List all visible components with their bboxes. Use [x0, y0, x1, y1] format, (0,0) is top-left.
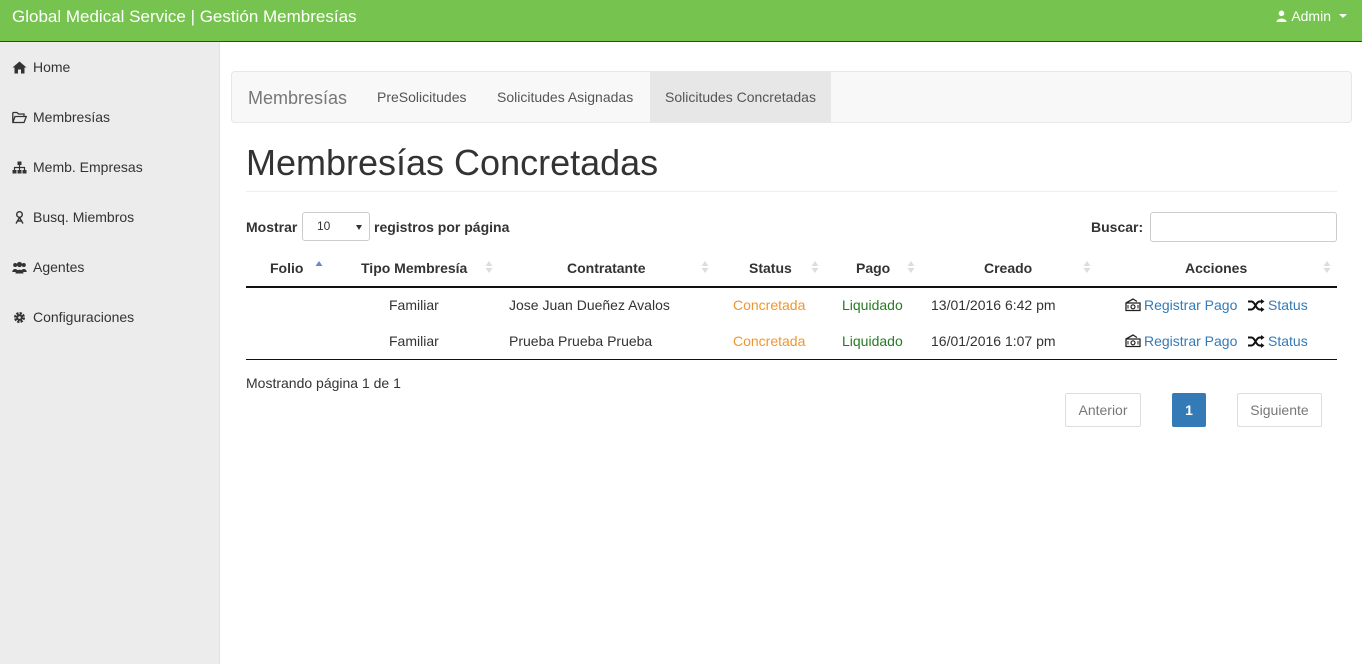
- cell-tipo: Familiar: [389, 333, 439, 349]
- section-navbar: Membresías PreSolicitudes Solicitudes As…: [231, 71, 1352, 123]
- column-header-pago[interactable]: Pago: [856, 260, 890, 276]
- pagination-info: Mostrando página 1 de 1: [246, 375, 401, 391]
- tab-solicitudes-concretadas[interactable]: Solicitudes Concretadas: [650, 72, 831, 122]
- status-label: Status: [1268, 333, 1308, 349]
- per-page-label: registros por página: [374, 219, 510, 235]
- admin-menu[interactable]: Admin: [1276, 8, 1347, 24]
- column-header-status[interactable]: Status: [749, 260, 792, 276]
- show-label: Mostrar: [246, 219, 298, 235]
- sort-both-icon: [811, 261, 819, 273]
- table-row: Familiar Prueba Prueba Prueba Concretada…: [246, 324, 1337, 360]
- sort-both-icon: [485, 261, 493, 273]
- sidebar-item-configuraciones[interactable]: Configuraciones: [12, 309, 134, 325]
- registrar-pago-label: Registrar Pago: [1144, 297, 1238, 313]
- page-size-select[interactable]: 10: [302, 212, 370, 241]
- status-label: Status: [1268, 297, 1308, 313]
- chevron-down-icon: [356, 225, 362, 230]
- page-1-button[interactable]: 1: [1172, 393, 1206, 427]
- status-link[interactable]: Status: [1247, 297, 1308, 313]
- money-icon: [1125, 334, 1141, 348]
- registrar-pago-link[interactable]: Registrar Pago: [1125, 297, 1237, 313]
- page-size-value: 10: [317, 219, 331, 233]
- previous-page-button[interactable]: Anterior: [1065, 393, 1141, 427]
- cell-status: Concretada: [733, 297, 806, 313]
- cell-contratante: Jose Juan Dueñez Avalos: [509, 297, 670, 313]
- admin-label: Admin: [1291, 8, 1331, 24]
- user-icon: [1276, 10, 1287, 22]
- app-brand[interactable]: Global Medical Service | Gestión Membres…: [12, 7, 357, 27]
- sidebar-item-membresias[interactable]: Membresías: [12, 109, 110, 125]
- sort-both-icon: [1083, 261, 1091, 273]
- column-header-creado[interactable]: Creado: [984, 260, 1032, 276]
- sidebar-item-home[interactable]: Home: [12, 59, 70, 75]
- cell-creado: 13/01/2016 6:42 pm: [931, 297, 1056, 313]
- caret-down-icon: [1339, 14, 1347, 18]
- status-link[interactable]: Status: [1247, 333, 1308, 349]
- search-input[interactable]: [1150, 212, 1337, 242]
- sidebar-item-label: Agentes: [33, 259, 85, 275]
- sidebar-item-label: Configuraciones: [33, 309, 135, 325]
- sidebar-item-label: Busq. Miembros: [33, 209, 135, 225]
- sidebar-item-memb-empresas[interactable]: Memb. Empresas: [12, 159, 143, 175]
- registrar-pago-label: Registrar Pago: [1144, 333, 1238, 349]
- tab-solicitudes-asignadas[interactable]: Solicitudes Asignadas: [482, 72, 648, 122]
- cell-status: Concretada: [733, 333, 806, 349]
- cell-pago: Liquidado: [842, 297, 903, 313]
- sort-asc-icon: [315, 261, 323, 266]
- top-navbar: Global Medical Service | Gestión Membres…: [0, 0, 1362, 42]
- home-icon: [12, 61, 27, 73]
- table-bottom-border: [246, 359, 1337, 360]
- cell-creado: 16/01/2016 1:07 pm: [931, 333, 1056, 349]
- column-header-tipo-membresia[interactable]: Tipo Membresía: [361, 260, 467, 276]
- folder-open-icon: [12, 111, 27, 123]
- random-icon: [1248, 334, 1265, 348]
- cell-pago: Liquidado: [842, 333, 903, 349]
- title-divider: [246, 191, 1337, 192]
- column-header-contratante[interactable]: Contratante: [567, 260, 646, 276]
- cell-tipo: Familiar: [389, 297, 439, 313]
- column-header-folio[interactable]: Folio: [270, 260, 303, 276]
- column-header-acciones[interactable]: Acciones: [1185, 260, 1247, 276]
- sidebar-item-label: Memb. Empresas: [33, 159, 143, 175]
- search-label: Buscar:: [1091, 219, 1144, 235]
- tab-presolicitudes[interactable]: PreSolicitudes: [362, 72, 482, 122]
- sidebar-item-label: Membresías: [33, 109, 111, 125]
- sidebar: Home Membresías Memb. Empresas Busq. Mie…: [0, 42, 220, 664]
- random-icon: [1248, 298, 1265, 312]
- sort-both-icon: [907, 261, 915, 273]
- cell-contratante: Prueba Prueba Prueba: [509, 333, 653, 349]
- next-page-button[interactable]: Siguiente: [1237, 393, 1322, 427]
- sidebar-item-busq-miembros[interactable]: Busq. Miembros: [12, 209, 134, 225]
- sort-both-icon: [701, 261, 709, 273]
- registrar-pago-link[interactable]: Registrar Pago: [1125, 333, 1237, 349]
- table-header: Folio Tipo Membresía Contratante Status …: [246, 254, 1337, 288]
- page-title: Membresías Concretadas: [246, 142, 659, 183]
- section-brand[interactable]: Membresías: [248, 88, 347, 109]
- sidebar-item-agentes[interactable]: Agentes: [12, 259, 84, 275]
- users-icon: [12, 261, 27, 273]
- sitemap-icon: [12, 161, 27, 173]
- user-search-icon: [15, 210, 24, 224]
- money-icon: [1125, 298, 1141, 312]
- sort-both-icon: [1323, 261, 1331, 273]
- gear-icon: [14, 311, 25, 323]
- sidebar-item-label: Home: [33, 59, 71, 75]
- table-row: Familiar Jose Juan Dueñez Avalos Concret…: [246, 288, 1337, 324]
